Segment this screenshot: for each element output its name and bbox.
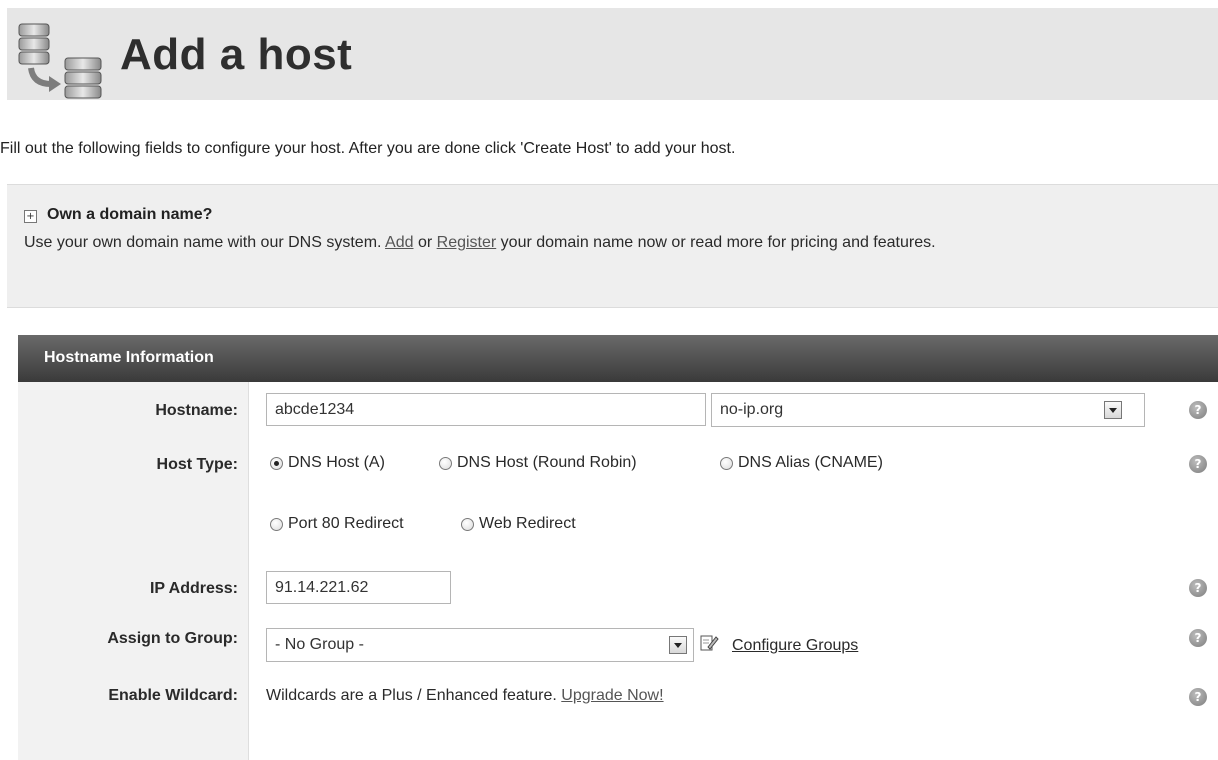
ip-address-input[interactable]: [266, 571, 451, 604]
hostname-input[interactable]: [266, 393, 706, 426]
host-type-label: Host Type:: [156, 456, 238, 473]
group-select-value: - No Group -: [275, 636, 364, 653]
page-title: Add a host: [120, 30, 353, 79]
group-select[interactable]: - No Group -: [266, 628, 694, 662]
radio-button[interactable]: [439, 456, 452, 470]
help-icon[interactable]: ?: [1189, 629, 1207, 647]
help-icon[interactable]: ?: [1189, 401, 1207, 419]
notice-text-after: your domain name now or read more for pr…: [500, 234, 936, 251]
register-domain-link[interactable]: Register: [437, 234, 497, 251]
radio-label: Web Redirect: [479, 515, 576, 532]
panel-title: Hostname Information: [44, 349, 214, 366]
hostname-label: Hostname:: [155, 402, 238, 419]
domain-select-value: no-ip.org: [720, 401, 784, 418]
wildcard-info: Wildcards are a Plus / Enhanced feature.…: [266, 687, 664, 705]
help-icon[interactable]: ?: [1189, 688, 1207, 706]
intro-text: Fill out the following fields to configu…: [0, 140, 736, 157]
help-icon[interactable]: ?: [1189, 579, 1207, 597]
notice-title: Own a domain name?: [47, 206, 213, 223]
radio-button[interactable]: [461, 517, 474, 531]
radio-dns-round-robin[interactable]: DNS Host (Round Robin): [439, 454, 637, 472]
panel-header: Hostname Information: [18, 335, 1218, 382]
radio-dns-host-a[interactable]: DNS Host (A): [270, 454, 385, 472]
radio-port-80-redirect[interactable]: Port 80 Redirect: [270, 515, 404, 533]
radio-web-redirect[interactable]: Web Redirect: [461, 515, 576, 533]
upgrade-now-link[interactable]: Upgrade Now!: [561, 687, 663, 704]
group-label: Assign to Group:: [107, 630, 238, 647]
domain-notice: + Own a domain name? Use your own domain…: [7, 184, 1218, 308]
radio-label: DNS Alias (CNAME): [738, 454, 883, 471]
radio-label: Port 80 Redirect: [288, 515, 404, 532]
radio-label: DNS Host (A): [288, 454, 385, 471]
radio-button[interactable]: [720, 456, 733, 470]
notice-or: or: [417, 234, 433, 251]
notice-text-before: Use your own domain name with our DNS sy…: [24, 234, 382, 251]
radio-button[interactable]: [270, 517, 283, 531]
ip-address-label: IP Address:: [149, 580, 238, 597]
radio-button[interactable]: [270, 456, 283, 470]
chevron-down-icon[interactable]: [669, 636, 687, 654]
wildcard-text: Wildcards are a Plus / Enhanced feature.: [266, 687, 557, 704]
expand-icon[interactable]: +: [24, 210, 37, 223]
radio-dns-alias[interactable]: DNS Alias (CNAME): [720, 454, 883, 472]
radio-label: DNS Host (Round Robin): [457, 454, 637, 471]
help-icon[interactable]: ?: [1189, 455, 1207, 473]
configure-groups-link[interactable]: Configure Groups: [732, 637, 858, 655]
domain-select[interactable]: no-ip.org: [711, 393, 1145, 427]
wildcard-label: Enable Wildcard:: [108, 687, 238, 704]
add-domain-link[interactable]: Add: [385, 234, 413, 251]
notice-text: Use your own domain name with our DNS sy…: [24, 232, 1184, 254]
servers-icon: [18, 23, 102, 99]
chevron-down-icon[interactable]: [1104, 401, 1122, 419]
page-header: Add a host: [7, 8, 1218, 100]
edit-icon[interactable]: [699, 633, 719, 653]
